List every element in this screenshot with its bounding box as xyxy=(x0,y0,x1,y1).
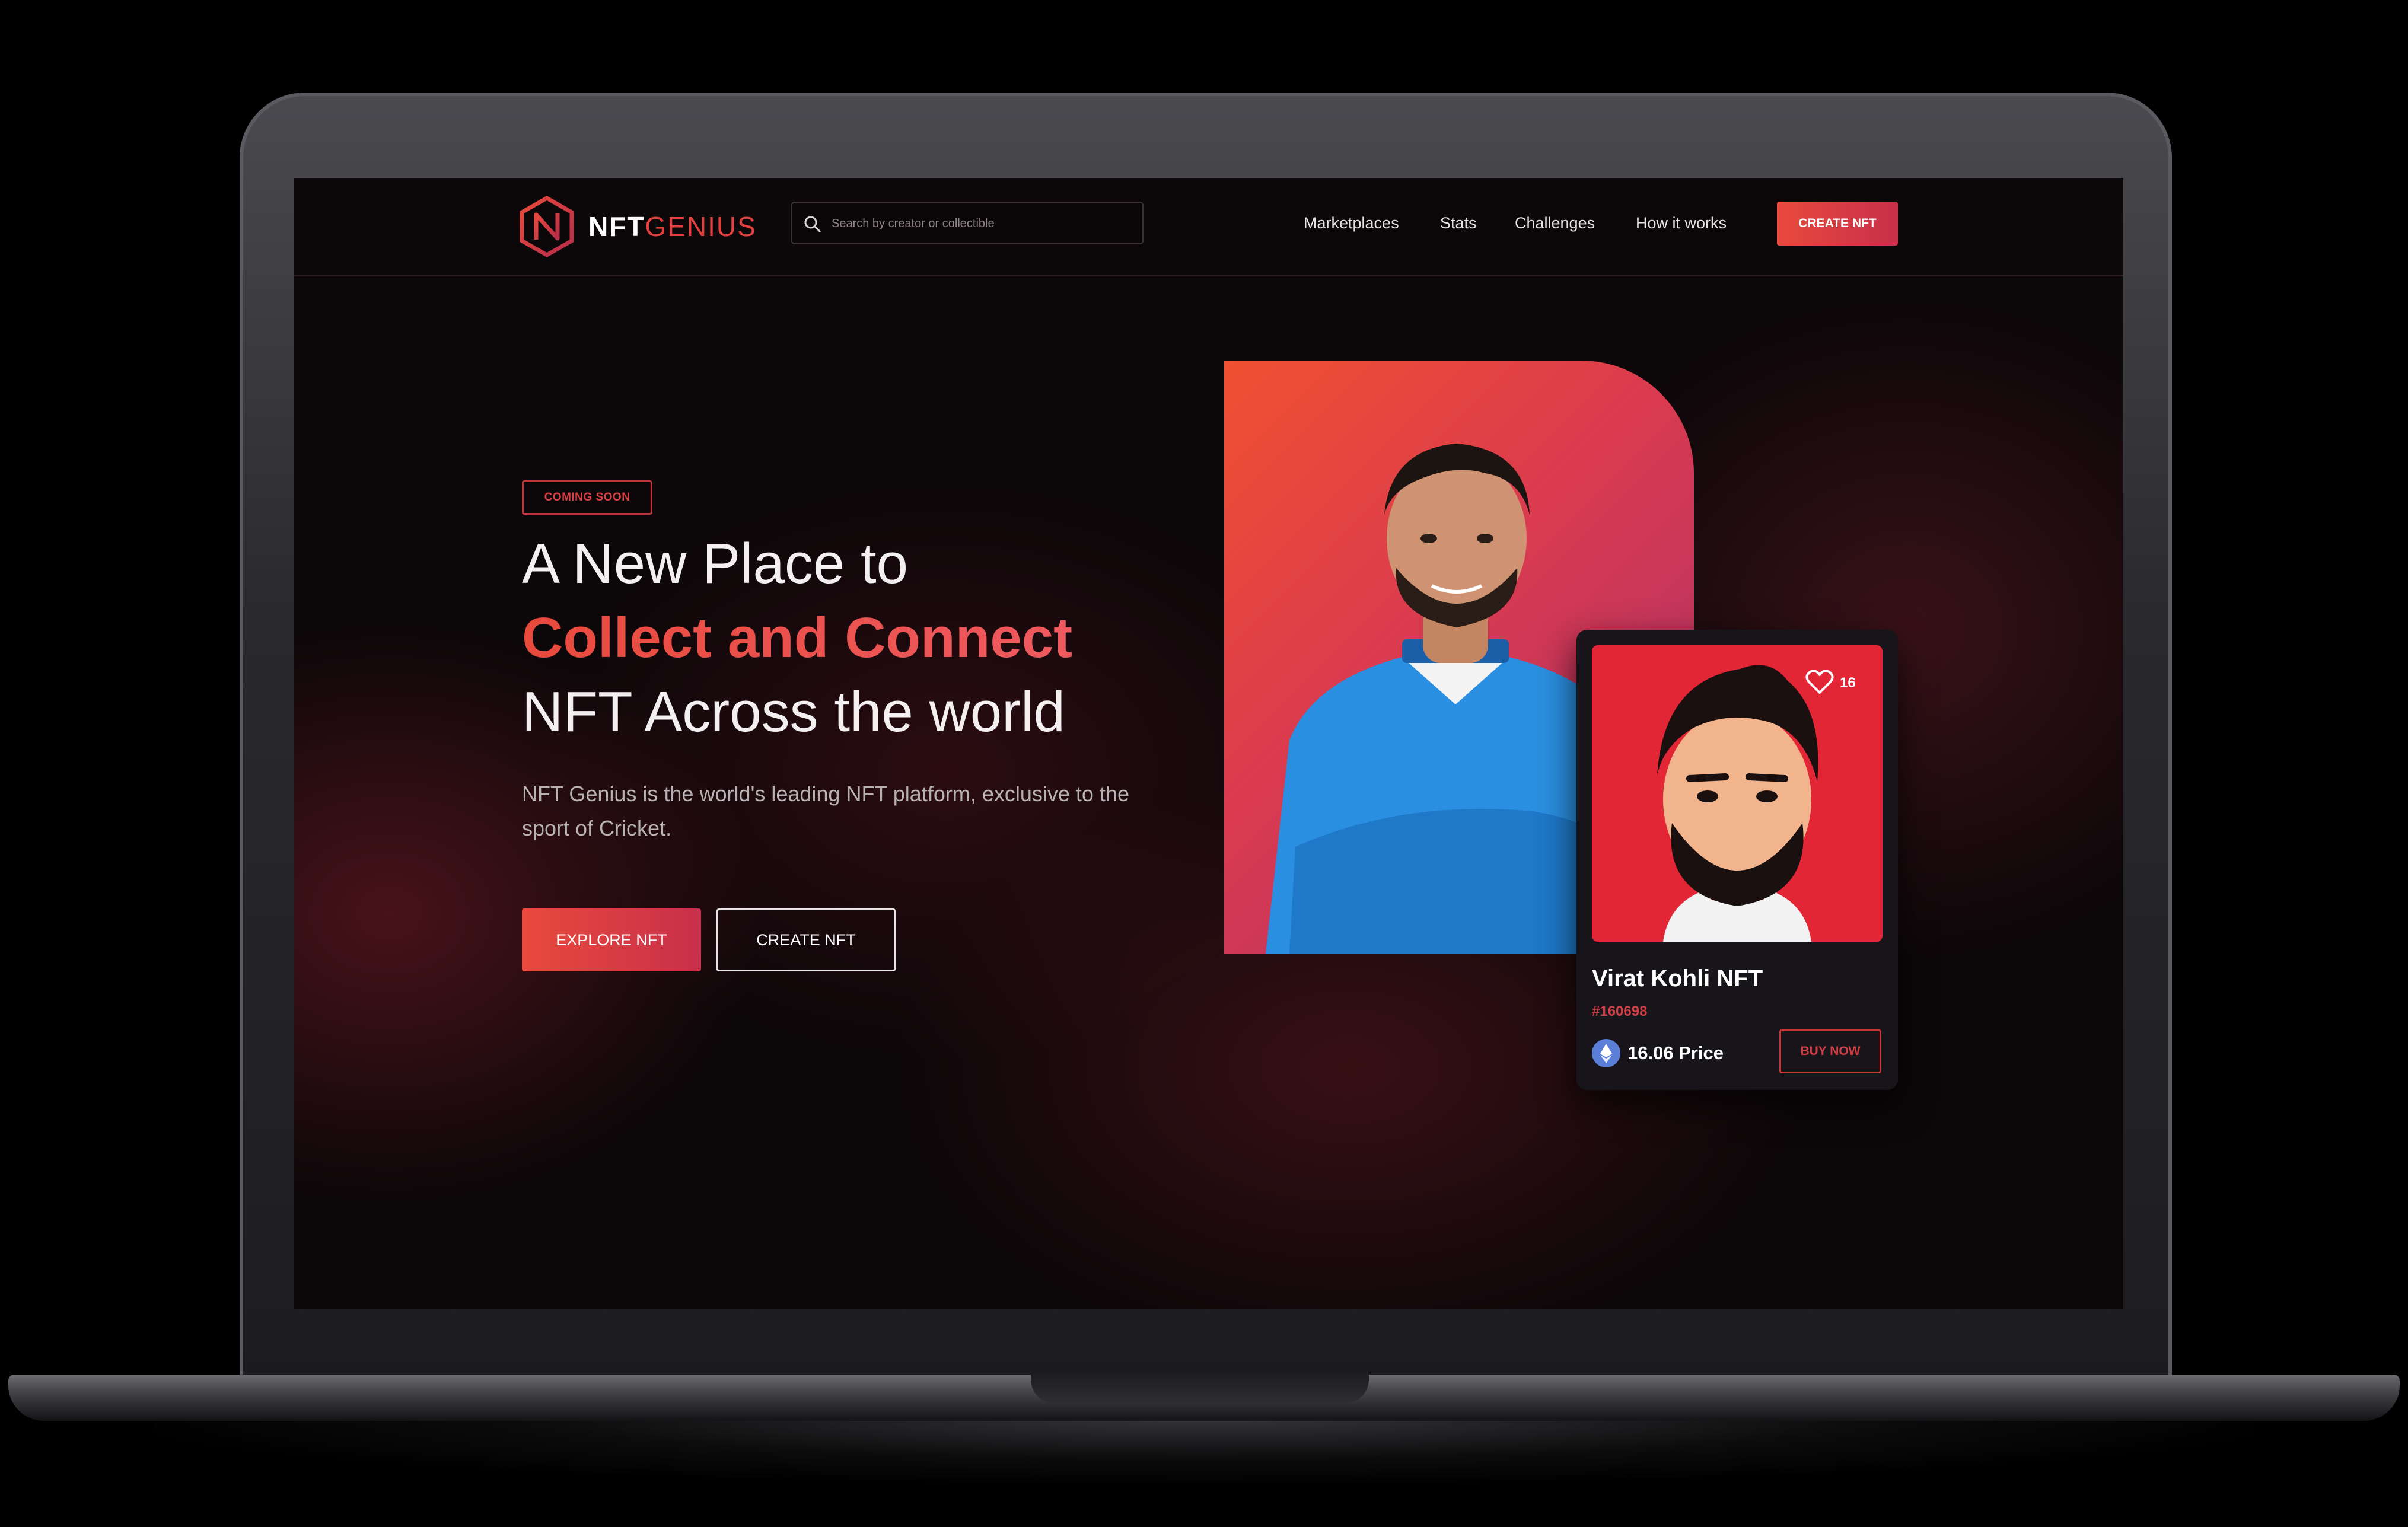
search-icon xyxy=(804,216,821,232)
nav-link-stats[interactable]: Stats xyxy=(1440,211,1477,235)
hero-headline: A New Place to Collect and Connect NFT A… xyxy=(522,527,1072,749)
laptop-shadow xyxy=(154,1417,2254,1483)
nft-card[interactable]: 16 Virat Kohli NFT #160698 16.06 Price B… xyxy=(1576,630,1898,1090)
ethereum-icon xyxy=(1592,1039,1620,1067)
heart-icon xyxy=(1805,670,1834,694)
nftgenius-logo-icon[interactable] xyxy=(518,195,575,258)
brand-wordmark[interactable]: NFTGENIUS xyxy=(588,209,757,244)
buy-now-button[interactable]: BUY NOW xyxy=(1779,1029,1881,1073)
search-box[interactable] xyxy=(791,202,1144,244)
website-screen: NFTGENIUS Marketplaces Stats Challenges … xyxy=(294,178,2123,1309)
nft-id: #160698 xyxy=(1592,1003,1648,1019)
like-count: 16 xyxy=(1840,675,1856,691)
explore-nft-button[interactable]: EXPLORE NFT xyxy=(522,908,701,971)
search-input[interactable] xyxy=(830,211,1129,236)
headline-line-1: A New Place to xyxy=(522,532,908,595)
nft-title: Virat Kohli NFT xyxy=(1592,965,1763,992)
headline-line-2-highlight: Collect and Connect xyxy=(522,601,1072,675)
brand-name-main: NFT xyxy=(588,211,645,242)
nav-link-challenges[interactable]: Challenges xyxy=(1515,211,1595,235)
navbar: NFTGENIUS Marketplaces Stats Challenges … xyxy=(294,178,2123,276)
nav-link-how-it-works[interactable]: How it works xyxy=(1636,211,1727,235)
brand-name-accent: GENIUS xyxy=(645,211,757,242)
create-nft-button[interactable]: CREATE NFT xyxy=(716,908,896,971)
nav-link-marketplaces[interactable]: Marketplaces xyxy=(1304,211,1399,235)
like-counter[interactable]: 16 xyxy=(1805,669,1871,699)
nft-price: 16.06 Price xyxy=(1627,1043,1724,1063)
laptop-notch xyxy=(1031,1375,1369,1403)
nft-artwork-image: 16 xyxy=(1592,645,1883,942)
coming-soon-badge: COMING SOON xyxy=(522,480,652,515)
headline-line-3: NFT Across the world xyxy=(522,680,1065,744)
nav-create-nft-button[interactable]: CREATE NFT xyxy=(1777,202,1898,246)
hero-description: NFT Genius is the world's leading NFT pl… xyxy=(522,782,1129,840)
